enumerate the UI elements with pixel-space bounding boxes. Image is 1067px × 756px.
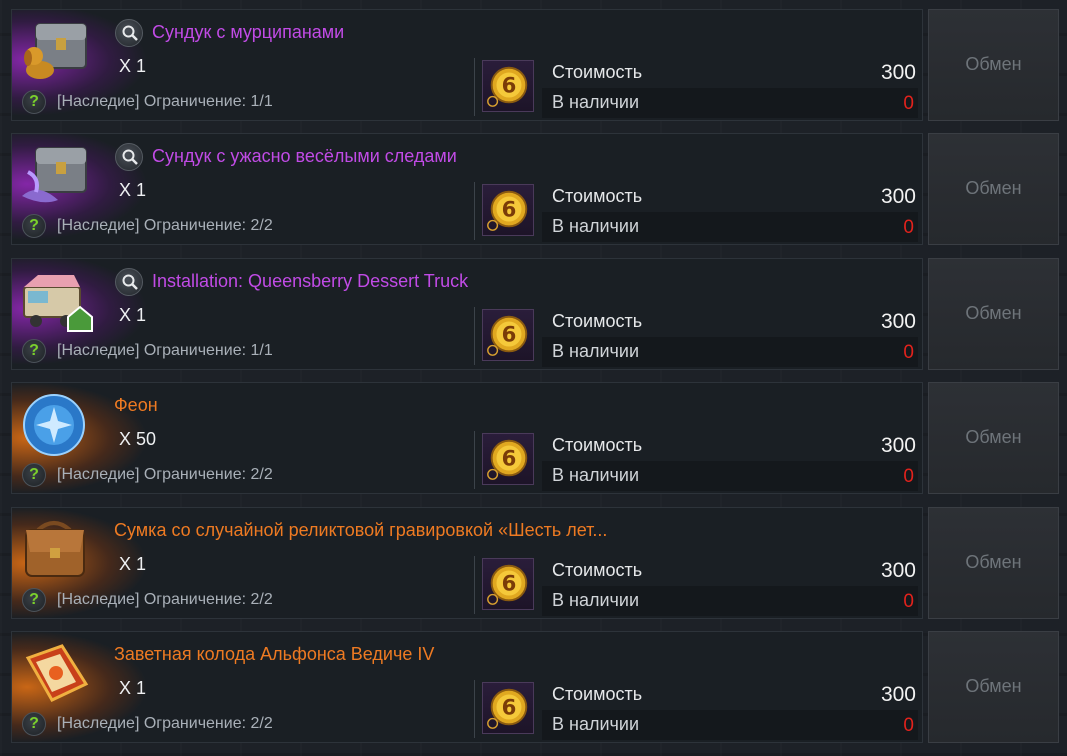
- purchase-limit: [Наследие] Ограничение: 2/2: [57, 715, 273, 732]
- item-panel: Installation: Queensberry Dessert Truck …: [11, 258, 923, 371]
- cost-row: Стоимость 300: [542, 58, 918, 88]
- cost-value: 300: [880, 310, 916, 333]
- svg-text:6: 6: [502, 73, 517, 98]
- stock-value: 0: [903, 591, 914, 612]
- exchange-button[interactable]: Обмен: [928, 507, 1059, 619]
- shop-item-row: Сундук с ужасно весёлыми следами X 1 ? […: [11, 133, 1059, 246]
- purchase-limit: [Наследие] Ограничение: 1/1: [57, 93, 273, 110]
- item-quantity: X 1: [119, 305, 147, 325]
- cost-label: Стоимость: [552, 435, 643, 455]
- shop-item-row: Заветная колода Альфонса Ведиче IV X 1 ?…: [11, 631, 1059, 744]
- stock-label: В наличии: [552, 714, 640, 734]
- cost-label: Стоимость: [552, 560, 643, 580]
- chest-with-dog-icon[interactable]: [18, 18, 94, 86]
- item-name: Сундук с мурципанами: [152, 22, 345, 42]
- leather-satchel-icon[interactable]: [18, 516, 94, 584]
- cost-row: Стоимость 300: [542, 431, 918, 461]
- inspect-magnifier-icon[interactable]: [115, 268, 143, 296]
- item-quantity: X 1: [119, 56, 147, 76]
- cost-label: Стоимость: [552, 186, 643, 206]
- inspect-magnifier-icon[interactable]: [115, 143, 143, 171]
- cost-value: 300: [880, 61, 916, 84]
- cost-row: Стоимость 300: [542, 680, 918, 710]
- shop-item-row: Феон X 50 ? [Наследие] Ограничение: 2/2 …: [11, 382, 1059, 495]
- item-name: Сумка со случайной реликтовой гравировко…: [114, 520, 608, 540]
- help-question-icon[interactable]: ?: [22, 712, 46, 736]
- exchange-button[interactable]: Обмен: [928, 9, 1059, 121]
- stock-row: В наличии 0: [542, 710, 918, 740]
- anniversary-6-coin-icon: 6: [482, 682, 534, 734]
- item-name: Сундук с ужасно весёлыми следами: [152, 146, 457, 166]
- cost-label: Стоимость: [552, 62, 643, 82]
- stock-value: 0: [903, 342, 914, 363]
- stock-value: 0: [903, 466, 914, 487]
- stock-label: В наличии: [552, 92, 640, 112]
- item-quantity: X 1: [119, 180, 147, 200]
- exchange-button[interactable]: Обмен: [928, 382, 1059, 494]
- cost-label: Стоимость: [552, 311, 643, 331]
- anniversary-6-coin-icon: 6: [482, 309, 534, 361]
- cost-value: 300: [880, 434, 916, 457]
- cost-value: 300: [880, 185, 916, 208]
- help-question-icon[interactable]: ?: [22, 463, 46, 487]
- svg-text:6: 6: [502, 571, 517, 596]
- stock-value: 0: [903, 93, 914, 114]
- stock-row: В наличии 0: [542, 337, 918, 367]
- item-quantity: X 1: [119, 554, 147, 574]
- shop-item-row: Сундук с мурципанами X 1 ? [Наследие] Ог…: [11, 9, 1059, 122]
- stock-row: В наличии 0: [542, 586, 918, 616]
- stock-label: В наличии: [552, 590, 640, 610]
- item-quantity: X 50: [119, 429, 157, 449]
- svg-text:6: 6: [502, 695, 517, 720]
- item-panel: Сундук с ужасно весёлыми следами X 1 ? […: [11, 133, 923, 246]
- cost-value: 300: [880, 683, 916, 706]
- svg-text:6: 6: [502, 446, 517, 471]
- stock-row: В наличии 0: [542, 88, 918, 118]
- cost-label: Стоимость: [552, 684, 643, 704]
- item-quantity: X 1: [119, 678, 147, 698]
- anniversary-6-coin-icon: 6: [482, 433, 534, 485]
- anniversary-6-coin-icon: 6: [482, 60, 534, 112]
- blue-crystal-orb-icon[interactable]: [18, 391, 94, 459]
- help-question-icon[interactable]: ?: [22, 339, 46, 363]
- anniversary-6-coin-icon: 6: [482, 558, 534, 610]
- stock-value: 0: [903, 217, 914, 238]
- item-panel: Сумка со случайной реликтовой гравировко…: [11, 507, 923, 620]
- chest-with-footprints-icon[interactable]: [18, 142, 94, 210]
- cost-row: Стоимость 300: [542, 182, 918, 212]
- cost-value: 300: [880, 559, 916, 582]
- item-name: Installation: Queensberry Dessert Truck: [152, 271, 469, 291]
- exchange-button[interactable]: Обмен: [928, 631, 1059, 743]
- item-name: Заветная колода Альфонса Ведиче IV: [114, 644, 435, 664]
- item-name: Феон: [114, 395, 158, 415]
- item-panel: Феон X 50 ? [Наследие] Ограничение: 2/2 …: [11, 382, 923, 495]
- anniversary-6-coin-icon: 6: [482, 184, 534, 236]
- svg-text:6: 6: [502, 322, 517, 347]
- purchase-limit: [Наследие] Ограничение: 2/2: [57, 591, 273, 608]
- help-question-icon[interactable]: ?: [22, 90, 46, 114]
- stock-row: В наличии 0: [542, 212, 918, 242]
- item-panel: Сундук с мурципанами X 1 ? [Наследие] Ог…: [11, 9, 923, 122]
- shop-item-row: Installation: Queensberry Dessert Truck …: [11, 258, 1059, 371]
- exchange-button[interactable]: Обмен: [928, 258, 1059, 370]
- dessert-truck-icon[interactable]: [18, 267, 94, 335]
- cost-row: Стоимость 300: [542, 307, 918, 337]
- purchase-limit: [Наследие] Ограничение: 2/2: [57, 217, 273, 234]
- shop-item-row: Сумка со случайной реликтовой гравировко…: [11, 507, 1059, 620]
- stock-row: В наличии 0: [542, 461, 918, 491]
- stock-label: В наличии: [552, 341, 640, 361]
- exchange-button[interactable]: Обмен: [928, 133, 1059, 245]
- purchase-limit: [Наследие] Ограничение: 1/1: [57, 342, 273, 359]
- help-question-icon[interactable]: ?: [22, 214, 46, 238]
- stock-value: 0: [903, 715, 914, 736]
- inspect-magnifier-icon[interactable]: [115, 19, 143, 47]
- cost-row: Стоимость 300: [542, 556, 918, 586]
- item-panel: Заветная колода Альфонса Ведиче IV X 1 ?…: [11, 631, 923, 744]
- stock-label: В наличии: [552, 216, 640, 236]
- stock-label: В наличии: [552, 465, 640, 485]
- svg-text:6: 6: [502, 197, 517, 222]
- card-deck-book-icon[interactable]: [18, 640, 94, 708]
- help-question-icon[interactable]: ?: [22, 588, 46, 612]
- purchase-limit: [Наследие] Ограничение: 2/2: [57, 466, 273, 483]
